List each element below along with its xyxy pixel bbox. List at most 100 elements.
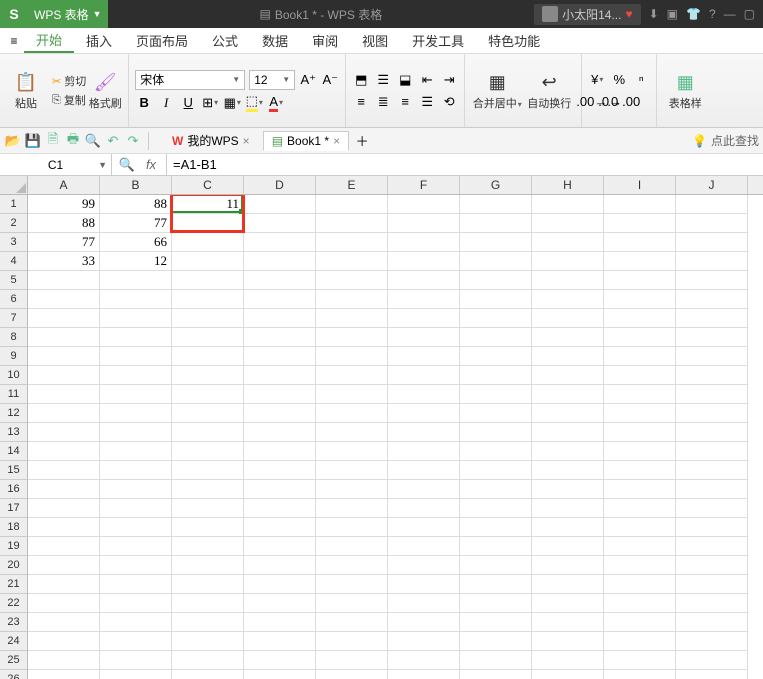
cell[interactable]	[28, 423, 100, 442]
cell[interactable]	[532, 347, 604, 366]
cell[interactable]	[100, 556, 172, 575]
cell[interactable]	[532, 670, 604, 679]
close-icon[interactable]: ×	[333, 134, 340, 148]
cell[interactable]	[460, 442, 532, 461]
close-icon[interactable]: ×	[243, 134, 250, 148]
cell[interactable]	[532, 537, 604, 556]
cell[interactable]	[316, 423, 388, 442]
cell[interactable]	[100, 404, 172, 423]
cell[interactable]	[100, 575, 172, 594]
cell[interactable]	[100, 290, 172, 309]
cell[interactable]	[604, 328, 676, 347]
format-painter-button[interactable]: 🖌 格式刷	[88, 56, 122, 125]
cell[interactable]	[604, 404, 676, 423]
cell[interactable]	[316, 670, 388, 679]
cell[interactable]	[532, 499, 604, 518]
cell[interactable]	[604, 442, 676, 461]
cell[interactable]	[100, 347, 172, 366]
cell[interactable]	[388, 670, 460, 679]
cell[interactable]	[604, 670, 676, 679]
cell[interactable]	[676, 252, 748, 271]
cell[interactable]	[532, 290, 604, 309]
cell[interactable]	[460, 252, 532, 271]
column-header[interactable]: B	[100, 176, 172, 194]
cell[interactable]	[532, 423, 604, 442]
cell[interactable]	[28, 347, 100, 366]
tab-features[interactable]: 特色功能	[476, 28, 552, 53]
row-header[interactable]: 18	[0, 518, 28, 537]
cell[interactable]	[316, 442, 388, 461]
cell[interactable]	[676, 271, 748, 290]
cell[interactable]	[316, 271, 388, 290]
name-box[interactable]: C1 ▼	[0, 154, 112, 175]
open-icon[interactable]: 📂	[4, 132, 22, 150]
cell[interactable]	[28, 290, 100, 309]
cell[interactable]	[28, 594, 100, 613]
cell[interactable]	[676, 347, 748, 366]
cell[interactable]	[388, 537, 460, 556]
cell[interactable]	[316, 309, 388, 328]
cell[interactable]	[100, 613, 172, 632]
cell[interactable]	[172, 385, 244, 404]
cell[interactable]	[460, 575, 532, 594]
cell[interactable]	[316, 214, 388, 233]
cell[interactable]	[676, 556, 748, 575]
comma-button[interactable]: ⁿ	[632, 71, 650, 89]
cell[interactable]	[172, 442, 244, 461]
cell[interactable]	[532, 271, 604, 290]
cell[interactable]: 12	[100, 252, 172, 271]
cell[interactable]	[244, 290, 316, 309]
cell[interactable]	[532, 309, 604, 328]
row-header[interactable]: 26	[0, 670, 28, 679]
column-header[interactable]: F	[388, 176, 460, 194]
cell[interactable]	[28, 480, 100, 499]
cell[interactable]	[604, 575, 676, 594]
tab-pagelayout[interactable]: 页面布局	[124, 28, 200, 53]
align-center-button[interactable]: ≣	[374, 93, 392, 111]
cell[interactable]	[100, 632, 172, 651]
grid[interactable]: 1998811288773776643312567891011121314151…	[0, 195, 763, 679]
cell[interactable]	[316, 461, 388, 480]
tab-data[interactable]: 数据	[250, 28, 300, 53]
cell[interactable]	[532, 594, 604, 613]
tab-insert[interactable]: 插入	[74, 28, 124, 53]
percent-button[interactable]: %	[610, 71, 628, 89]
row-header[interactable]: 15	[0, 461, 28, 480]
help-icon[interactable]: ?	[709, 7, 716, 21]
cell[interactable]	[244, 233, 316, 252]
cell[interactable]	[244, 404, 316, 423]
cell[interactable]	[244, 214, 316, 233]
cell[interactable]	[172, 271, 244, 290]
cell[interactable]: 77	[28, 233, 100, 252]
cell[interactable]	[28, 537, 100, 556]
document-tab[interactable]: ▤ Book1 * ×	[263, 131, 349, 151]
cell[interactable]	[532, 404, 604, 423]
cell[interactable]	[460, 499, 532, 518]
row-header[interactable]: 23	[0, 613, 28, 632]
cell[interactable]	[172, 594, 244, 613]
cell[interactable]	[460, 632, 532, 651]
cell[interactable]	[28, 556, 100, 575]
tab-devtools[interactable]: 开发工具	[400, 28, 476, 53]
cell[interactable]	[388, 556, 460, 575]
cell[interactable]	[460, 271, 532, 290]
cell[interactable]	[100, 499, 172, 518]
tab-formula[interactable]: 公式	[200, 28, 250, 53]
cell[interactable]	[460, 556, 532, 575]
cell[interactable]	[388, 309, 460, 328]
cell[interactable]	[28, 518, 100, 537]
cell[interactable]	[388, 328, 460, 347]
cell[interactable]	[28, 613, 100, 632]
preview-icon[interactable]: 🔍	[84, 132, 102, 150]
cell[interactable]	[172, 461, 244, 480]
cell[interactable]	[28, 575, 100, 594]
indent-decrease-button[interactable]: ⇤	[418, 71, 436, 89]
mywps-tab[interactable]: W 我的WPS ×	[163, 129, 259, 152]
cell[interactable]	[604, 556, 676, 575]
row-header[interactable]: 22	[0, 594, 28, 613]
cell[interactable]	[244, 366, 316, 385]
cell[interactable]	[172, 575, 244, 594]
cell[interactable]: 99	[28, 195, 100, 214]
formula-input[interactable]: =A1-B1	[167, 154, 763, 175]
cell[interactable]	[532, 195, 604, 214]
